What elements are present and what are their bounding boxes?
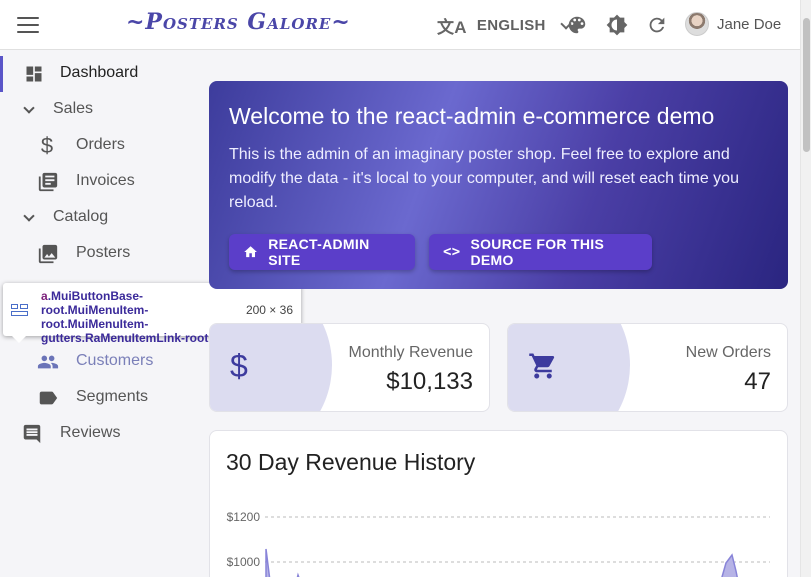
revenue-area: [265, 548, 271, 577]
avatar: [685, 12, 709, 36]
label-icon: [37, 387, 59, 409]
button-label: SOURCE FOR THIS DEMO: [470, 236, 605, 268]
user-menu[interactable]: Jane Doe: [685, 12, 781, 36]
shopping-cart-icon: [528, 348, 558, 384]
sidebar-item-customers[interactable]: Customers: [0, 344, 200, 380]
sidebar-item-label: Segments: [76, 388, 149, 405]
source-for-demo-button[interactable]: <> SOURCE FOR THIS DEMO: [429, 234, 652, 270]
app-logo[interactable]: ~Posters Galore~: [126, 9, 351, 35]
image-icon: [37, 243, 59, 265]
sidebar-item-reviews[interactable]: Reviews: [0, 416, 200, 452]
welcome-banner: Welcome to the react-admin e-commerce de…: [209, 81, 788, 289]
language-selector[interactable]: 文A ENGLISH: [437, 13, 572, 38]
sidebar-item-invoices[interactable]: Invoices: [0, 164, 200, 200]
card-title: Monthly Revenue: [348, 344, 473, 361]
hamburger-menu-icon[interactable]: [17, 14, 39, 36]
inspector-classes: .MuiButtonBase-root.MuiMenuItem-root.Mui…: [41, 289, 236, 345]
sidebar-item-label: Catalog: [53, 208, 109, 225]
sidebar-item-label: Customers: [76, 352, 154, 369]
sidebar-item-catalog[interactable]: Catalog: [0, 200, 200, 236]
revenue-area: [721, 553, 738, 577]
language-label: ENGLISH: [476, 17, 546, 34]
theme-toggle-icon[interactable]: [606, 14, 628, 36]
inspector-size: 200 × 36: [245, 303, 293, 317]
home-icon: [244, 246, 257, 258]
inspector-tag: a: [41, 289, 48, 303]
dashboard-icon: [23, 63, 45, 85]
chevron-down-icon: [18, 207, 40, 229]
sidebar-item-label: Reviews: [60, 424, 121, 441]
sidebar-item-posters[interactable]: Posters: [0, 236, 200, 272]
sidebar-item-segments[interactable]: Segments: [0, 380, 200, 416]
card-title: New Orders: [685, 344, 771, 361]
element-box-icon: [11, 304, 29, 316]
sidebar-item-label: Sales: [53, 100, 94, 117]
refresh-icon[interactable]: [646, 14, 668, 36]
y-tick-label: $1200: [227, 510, 261, 524]
welcome-body: This is the admin of an imaginary poster…: [229, 146, 739, 211]
palette-icon[interactable]: [566, 14, 588, 36]
sidebar-item-label: Posters: [76, 244, 131, 261]
user-name: Jane Doe: [717, 15, 782, 33]
sidebar-item-dashboard[interactable]: Dashboard: [0, 56, 200, 92]
sidebar-item-orders[interactable]: $ Orders: [0, 128, 200, 164]
new-orders-card[interactable]: New Orders 47: [507, 323, 788, 412]
card-value: 47: [744, 368, 771, 395]
chevron-down-icon: [18, 99, 40, 121]
page-scrollbar[interactable]: [800, 0, 811, 577]
inspector-tooltip-arrow: [12, 336, 26, 343]
people-icon: [37, 351, 59, 373]
y-tick-label: $1000: [227, 555, 261, 569]
code-icon: <>: [443, 244, 461, 260]
revenue-chart: $1200 $1000: [227, 510, 770, 577]
sidebar-item-sales[interactable]: Sales: [0, 92, 200, 128]
sidebar-item-label: Orders: [76, 136, 125, 153]
dollar-icon: $: [230, 347, 248, 384]
translate-icon: 文A: [437, 18, 467, 37]
comment-icon: [21, 423, 43, 445]
welcome-title: Welcome to the react-admin e-commerce de…: [229, 103, 715, 129]
card-decoration: [508, 324, 630, 411]
button-label: REACT-ADMIN SITE: [268, 236, 370, 268]
sidebar-item-label: Dashboard: [60, 64, 139, 81]
sidebar-item-label: Invoices: [76, 172, 135, 189]
app-bar: ~Posters Galore~ 文A ENGLISH Jane Doe: [0, 0, 800, 50]
card-value: $10,133: [386, 368, 473, 395]
scrollbar-thumb[interactable]: [803, 18, 810, 152]
monthly-revenue-card[interactable]: $ Monthly Revenue $10,133: [209, 323, 490, 412]
dollar-icon: $: [40, 133, 54, 158]
invoices-icon: [37, 171, 59, 193]
revenue-history-card: 30 Day Revenue History $1200 $1000: [209, 430, 788, 577]
react-admin-site-button[interactable]: REACT-ADMIN SITE: [229, 234, 415, 270]
card-decoration: [210, 324, 332, 411]
